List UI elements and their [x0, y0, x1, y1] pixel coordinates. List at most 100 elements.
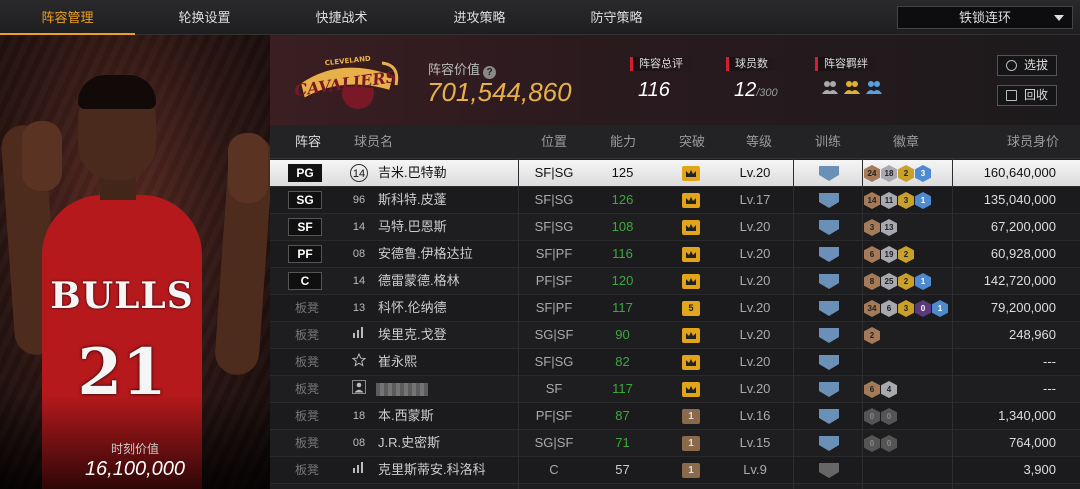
crown-icon[interactable]	[682, 193, 700, 208]
training-shield-icon[interactable]	[819, 382, 839, 397]
training-shield-icon[interactable]	[819, 436, 839, 451]
training-shield-icon[interactable]	[819, 193, 839, 208]
badge-count[interactable]: 3	[915, 165, 931, 182]
breakthrough-level-badge[interactable]: 1	[682, 463, 700, 478]
badge-count[interactable]: 14	[864, 192, 880, 209]
badge-count[interactable]: 3	[898, 300, 914, 317]
player-name[interactable]: 斯科特.皮蓬	[378, 187, 447, 213]
bond-group-gold-icon[interactable]	[843, 79, 861, 95]
training-shield-icon[interactable]	[819, 220, 839, 235]
player-name[interactable]: J.R.史密斯	[378, 430, 440, 456]
player-name[interactable]: 安德鲁.伊格达拉	[378, 241, 473, 267]
tab-quick-tactics[interactable]: 快捷战术	[274, 0, 409, 35]
training-shield-icon[interactable]	[819, 301, 839, 316]
badge-count[interactable]: 19	[881, 246, 897, 263]
badge-count[interactable]: 6	[864, 246, 880, 263]
table-row[interactable]: PF 08 安德鲁.伊格达拉 SF|PF 116 Lv.20 6 19 2 60,928,000	[270, 241, 1080, 268]
table-row[interactable]: 板凳 克里斯蒂安.科洛科 C 57 1 Lv.9 3,900	[270, 457, 1080, 484]
bond-group-blue-icon[interactable]	[865, 79, 883, 95]
training-shield-icon[interactable]	[819, 247, 839, 262]
player-position: C	[549, 462, 559, 477]
badge-count[interactable]: 3	[864, 219, 880, 236]
col-player-name[interactable]: 球员名	[354, 125, 393, 159]
badge-count[interactable]: 2	[864, 327, 880, 344]
crown-icon[interactable]	[682, 355, 700, 370]
table-row[interactable]: SG 96 斯科特.皮蓬 SF|SG 126 Lv.17 14 11 3 1 135,040,000	[270, 187, 1080, 214]
badge-count[interactable]: 1	[932, 300, 948, 317]
breakthrough-level-badge[interactable]: 5	[682, 301, 700, 316]
col-salary[interactable]: 球员身价	[1007, 125, 1059, 159]
badge-count[interactable]: 1	[915, 192, 931, 209]
col-breakthrough[interactable]: 突破	[679, 125, 705, 159]
tab-lineup-management[interactable]: 阵容管理	[0, 0, 135, 35]
bond-group-gray-icon[interactable]	[821, 79, 839, 95]
badge-count[interactable]: 6	[881, 300, 897, 317]
col-training[interactable]: 训练	[815, 125, 841, 159]
player-name[interactable]: 埃里克.戈登	[378, 322, 447, 348]
col-lineup[interactable]: 阵容	[295, 125, 321, 159]
recycle-button[interactable]: 回收	[997, 85, 1057, 106]
player-hair	[78, 75, 156, 109]
table-row[interactable]: 板凳 13 科怀.伦纳德 SF|PF 117 5 Lv.20 34 6 3 0 1 79,200,000	[270, 295, 1080, 322]
tab-offense-strategy[interactable]: 进攻策略	[412, 0, 547, 35]
col-ability[interactable]: 能力	[610, 125, 636, 159]
player-name[interactable]: 崔永熙	[378, 349, 417, 375]
player-name[interactable]: 德雷蒙德.格林	[378, 268, 460, 294]
badge-count[interactable]: 4	[881, 381, 897, 398]
badge-count[interactable]: 11	[881, 192, 897, 209]
tab-defense-strategy[interactable]: 防守策略	[549, 0, 684, 35]
badge-count[interactable]: 13	[881, 219, 897, 236]
table-row[interactable]: C 14 德雷蒙德.格林 PF|SF 120 Lv.20 8 25 2 1 142,720,000	[270, 268, 1080, 295]
crown-icon[interactable]	[682, 328, 700, 343]
training-shield-icon[interactable]	[819, 409, 839, 424]
player-name[interactable]: 马特.巴恩斯	[378, 214, 447, 240]
player-name[interactable]: 科怀.伦纳德	[378, 295, 447, 321]
badge-count[interactable]: 6	[864, 381, 880, 398]
table-row[interactable]: SF 14 马特.巴恩斯 SF|SG 108 Lv.20 3 13 67,200,000	[270, 214, 1080, 241]
badge-count[interactable]: 0	[881, 408, 897, 425]
crown-icon[interactable]	[682, 220, 700, 235]
badge-count[interactable]: 3	[898, 192, 914, 209]
breakthrough-level-badge[interactable]: 1	[682, 409, 700, 424]
badge-count[interactable]: 25	[881, 273, 897, 290]
select-button[interactable]: 选拔	[997, 55, 1057, 76]
badge-count[interactable]: 2	[898, 273, 914, 290]
badge-count[interactable]: 18	[881, 165, 897, 182]
crown-icon[interactable]	[682, 274, 700, 289]
crown-icon[interactable]	[682, 166, 700, 181]
table-row[interactable]: PG 14 吉米.巴特勒 SF|SG 125 Lv.20 24 18 2 3 160,640,000	[270, 160, 1080, 187]
tab-rotation-settings[interactable]: 轮换设置	[137, 0, 272, 35]
training-shield-icon[interactable]	[819, 166, 839, 181]
col-badges[interactable]: 徽章	[893, 125, 919, 159]
badge-count[interactable]: 0	[915, 300, 931, 317]
col-position[interactable]: 位置	[541, 125, 567, 159]
table-row[interactable]: 板凳 08 J.R.史密斯 SG|SF 71 1 Lv.15 0 0 764,000	[270, 430, 1080, 457]
breakthrough-level-badge[interactable]: 1	[682, 436, 700, 451]
table-row[interactable]: 板凳 崔永熙 SF|SG 82 Lv.20 ---	[270, 349, 1080, 376]
training-shield-icon[interactable]	[819, 274, 839, 289]
crown-icon[interactable]	[682, 247, 700, 262]
player-salary: 248,960	[1009, 327, 1056, 342]
table-row[interactable]: 板凳 SF 117 Lv.20 6 4 ---	[270, 376, 1080, 403]
table-row[interactable]: 板凳 埃里克.戈登 SG|SF 90 Lv.20 2 248,960	[270, 322, 1080, 349]
training-shield-icon[interactable]	[819, 355, 839, 370]
badge-count[interactable]: 0	[864, 408, 880, 425]
badge-count[interactable]: 0	[864, 435, 880, 452]
badge-count[interactable]: 34	[864, 300, 880, 317]
training-shield-icon[interactable]	[819, 328, 839, 343]
badge-count[interactable]: 1	[915, 273, 931, 290]
player-name[interactable]: 克里斯蒂安.科洛科	[378, 457, 486, 483]
badge-count[interactable]: 8	[864, 273, 880, 290]
table-row[interactable]: 板凳 18 本.西蒙斯 PF|SF 87 1 Lv.16 0 0 1,340,000	[270, 403, 1080, 430]
badge-count[interactable]: 0	[881, 435, 897, 452]
badge-count[interactable]: 24	[864, 165, 880, 182]
player-name[interactable]: 本.西蒙斯	[378, 403, 434, 429]
badge-count[interactable]: 2	[898, 165, 914, 182]
crown-icon[interactable]	[682, 382, 700, 397]
lineup-rating-label: 阵容总评	[630, 57, 697, 71]
badge-count[interactable]: 2	[898, 246, 914, 263]
player-name[interactable]: 吉米.巴特勒	[378, 160, 447, 186]
training-shield-icon[interactable]	[819, 463, 839, 478]
strategy-dropdown[interactable]: 铁锁连环	[897, 6, 1073, 29]
col-level[interactable]: 等级	[746, 125, 772, 159]
